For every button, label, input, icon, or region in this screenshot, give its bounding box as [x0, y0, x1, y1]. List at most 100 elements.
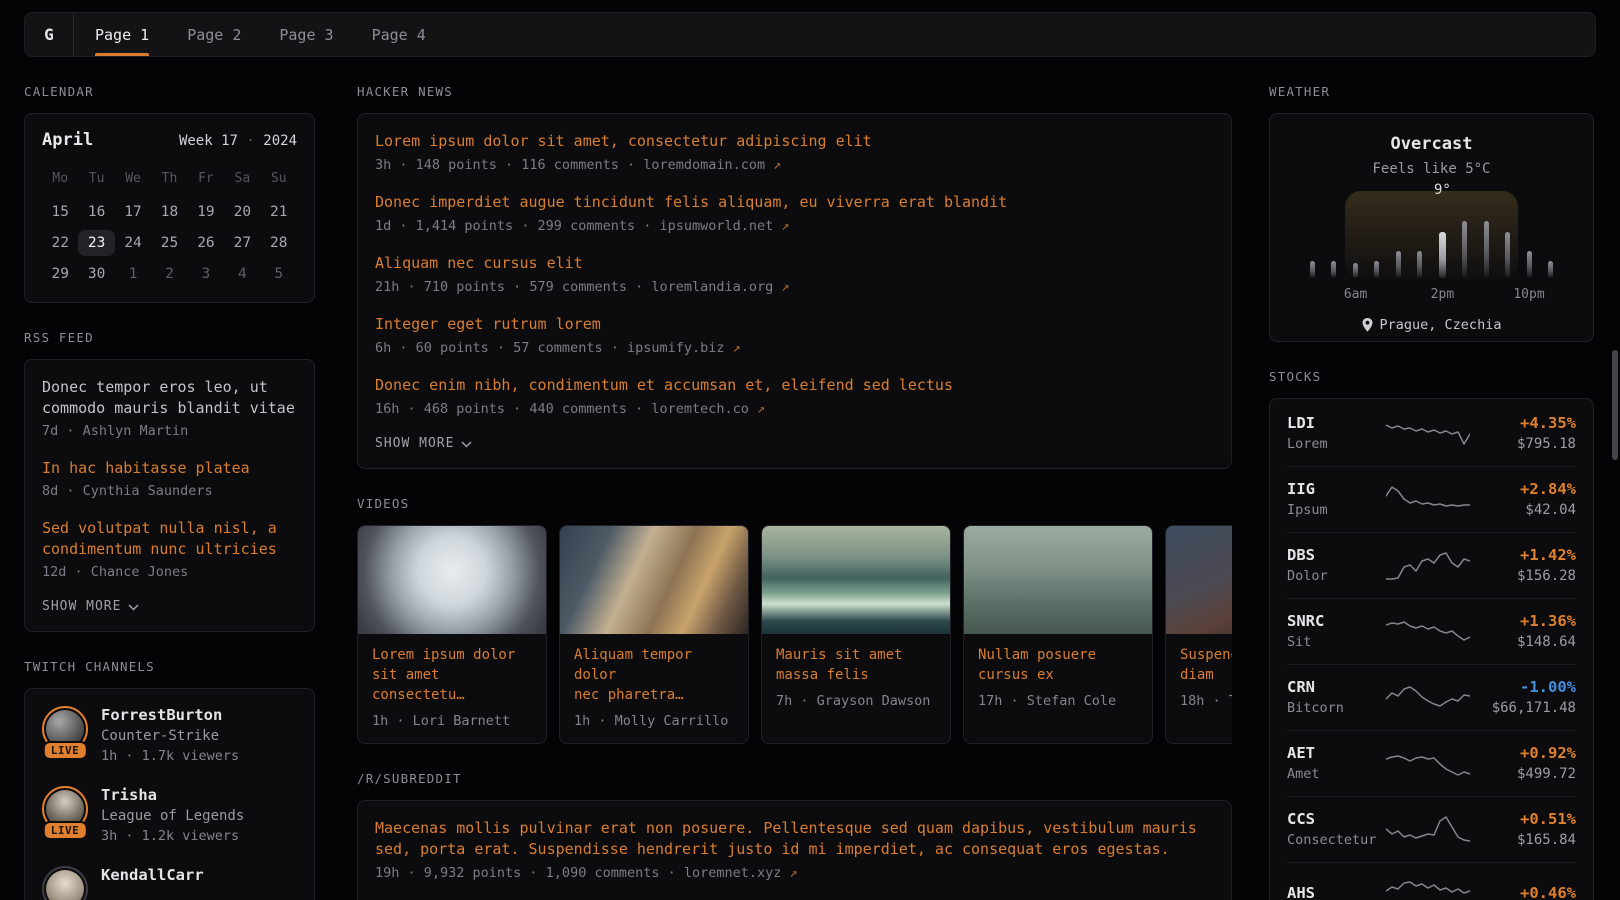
external-link-icon[interactable]: ↗ [790, 865, 798, 881]
dot-separator: · [246, 133, 254, 149]
avatar: LIVE [42, 706, 88, 752]
twitch-channel-category: Counter-Strike [101, 728, 239, 744]
stock-row[interactable]: AETAmet+0.92%$499.72 [1287, 730, 1576, 796]
external-link-icon[interactable]: ↗ [773, 157, 781, 173]
avatar-image [46, 870, 84, 900]
hackernews-list: Lorem ipsum dolor sit amet, consectetur … [375, 131, 1214, 417]
calendar-day-selected: 23 [78, 230, 114, 256]
stock-change: +0.46% [1472, 884, 1576, 900]
tab-page-2[interactable]: Page 2 [168, 13, 260, 56]
app-logo[interactable]: G [25, 13, 73, 56]
stock-name: Lorem [1287, 436, 1383, 452]
video-title: Lorem ipsum dolor sit amet consectetu… [358, 634, 546, 705]
video-card[interactable]: Aliquam tempor dolor nec pharetra…1h · M… [559, 525, 749, 744]
stock-change: +4.35% [1472, 414, 1576, 432]
calendar-day: 4 [224, 261, 260, 287]
video-card[interactable]: Nullam posuere cursus ex17h · Stefan Col… [963, 525, 1153, 744]
reddit-post-meta: 19h · 9,932 points · 1,090 comments · lo… [375, 865, 1214, 881]
calendar-day: 27 [224, 230, 260, 256]
hackernews-section: HACKER NEWS Lorem ipsum dolor sit amet, … [357, 84, 1232, 469]
weather-temp-label: 9° [1434, 182, 1451, 198]
top-navbar: G Page 1Page 2Page 3Page 4 [24, 12, 1596, 57]
calendar-day: 18 [151, 199, 187, 225]
stock-ticker: SNRC [1287, 612, 1383, 630]
video-card[interactable]: Suspendisse diam18h · Tara [1165, 525, 1232, 744]
hackernews-item: Donec imperdiet augue tincidunt felis al… [375, 192, 1214, 234]
tab-page-3[interactable]: Page 3 [260, 13, 352, 56]
stock-sparkline [1383, 680, 1472, 714]
stock-row[interactable]: DBSDolor+1.42%$156.28 [1287, 532, 1576, 598]
twitch-channel-row[interactable]: LIVEForrestBurtonCounter-Strike1h · 1.7k… [42, 706, 297, 764]
rss-item-title[interactable]: Sed volutpat nulla nisl, a condimentum n… [42, 518, 297, 560]
hackernews-item-title[interactable]: Lorem ipsum dolor sit amet, consectetur … [375, 131, 1214, 152]
hackernews-item-title[interactable]: Donec imperdiet augue tincidunt felis al… [375, 192, 1214, 213]
reddit-post-title[interactable]: Maecenas mollis pulvinar erat non posuer… [375, 818, 1214, 860]
rss-item-title[interactable]: Donec tempor eros leo, ut commodo mauris… [42, 377, 297, 419]
hackernews-item: Lorem ipsum dolor sit amet, consectetur … [375, 131, 1214, 173]
rss-show-more-button[interactable]: SHOW MORE [42, 599, 139, 614]
stock-ticker: CCS [1287, 810, 1383, 828]
hackernews-item-meta: 21h · 710 points · 579 comments · loreml… [375, 279, 1214, 295]
stock-row[interactable]: CRNBitcorn-1.00%$66,171.48 [1287, 664, 1576, 730]
stock-name: Bitcorn [1287, 700, 1383, 716]
stock-row[interactable]: AHS+0.46% [1287, 862, 1576, 900]
external-link-icon[interactable]: ↗ [781, 279, 789, 295]
live-badge: LIVE [43, 741, 88, 760]
hackernews-item-title[interactable]: Donec enim nibh, condimentum et accumsan… [375, 375, 1214, 396]
stock-row[interactable]: IIGIpsum+2.84%$42.04 [1287, 466, 1576, 532]
video-card[interactable]: Mauris sit amet massa felis7h · Grayson … [761, 525, 951, 744]
stock-info: LDILorem [1287, 414, 1383, 452]
stock-ticker: AET [1287, 744, 1383, 762]
twitch-channel-name[interactable]: Trisha [101, 786, 244, 804]
stock-change: +0.92% [1472, 744, 1576, 762]
rss-list: Donec tempor eros leo, ut commodo mauris… [42, 377, 297, 580]
twitch-channel-row[interactable]: KendallCarr [42, 866, 297, 900]
video-carousel: Lorem ipsum dolor sit amet consectetu…1h… [357, 525, 1232, 744]
stock-row[interactable]: CCSConsectetur+0.51%$165.84 [1287, 796, 1576, 862]
weather-section: WEATHER Overcast Feels like 5°C 9° 6am2p… [1269, 84, 1594, 342]
rss-item-meta: 7d · Ashlyn Martin [42, 423, 297, 439]
stock-values: +0.92%$499.72 [1472, 744, 1576, 782]
hackernews-item-title[interactable]: Integer eget rutrum lorem [375, 314, 1214, 335]
rss-item: In hac habitasse platea8d · Cynthia Saun… [42, 458, 297, 499]
weather-bar [1310, 261, 1315, 278]
calendar-widget: April Week 17 · 2024 MoTuWeThFrSaSu15161… [24, 113, 315, 303]
rss-item: Donec tempor eros leo, ut commodo mauris… [42, 377, 297, 439]
weather-bar [1527, 251, 1532, 278]
calendar-section: CALENDAR April Week 17 · 2024 MoTuWeThFr… [24, 84, 315, 303]
stock-row[interactable]: SNRCSit+1.36%$148.64 [1287, 598, 1576, 664]
subreddit-widget: Maecenas mollis pulvinar erat non posuer… [357, 800, 1232, 900]
external-link-icon[interactable]: ↗ [781, 218, 789, 234]
rss-item-title[interactable]: In hac habitasse platea [42, 458, 297, 479]
left-column: CALENDAR April Week 17 · 2024 MoTuWeThFr… [24, 84, 315, 900]
calendar-month: April [42, 130, 93, 150]
stock-change: +0.51% [1472, 810, 1576, 828]
chevron-down-icon [461, 441, 472, 448]
rss-section: RSS FEED Donec tempor eros leo, ut commo… [24, 330, 315, 632]
weather-bar [1548, 261, 1553, 278]
video-card[interactable]: Lorem ipsum dolor sit amet consectetu…1h… [357, 525, 547, 744]
tab-page-4[interactable]: Page 4 [353, 13, 445, 56]
video-title: Aliquam tempor dolor nec pharetra… [560, 634, 748, 705]
twitch-channel-info: ForrestBurtonCounter-Strike1h · 1.7k vie… [101, 706, 239, 764]
twitch-channel-name[interactable]: KendallCarr [101, 866, 204, 884]
stock-sparkline [1383, 416, 1472, 450]
twitch-channel-info: KendallCarr [101, 866, 204, 900]
rss-widget: Donec tempor eros leo, ut commodo mauris… [24, 359, 315, 632]
external-link-icon[interactable]: ↗ [733, 340, 741, 356]
weather-chart: 9° [1302, 191, 1562, 281]
external-link-icon[interactable]: ↗ [757, 401, 765, 417]
stock-ticker: CRN [1287, 678, 1383, 696]
hackernews-show-more-button[interactable]: SHOW MORE [375, 436, 472, 451]
weather-bar [1331, 261, 1336, 278]
stock-row[interactable]: LDILorem+4.35%$795.18 [1287, 401, 1576, 466]
twitch-channel-row[interactable]: LIVETrishaLeague of Legends3h · 1.2k vie… [42, 786, 297, 844]
page-tabs: Page 1Page 2Page 3Page 4 [76, 13, 445, 56]
tab-page-1[interactable]: Page 1 [76, 13, 168, 56]
rss-item-meta: 12d · Chance Jones [42, 564, 297, 580]
twitch-channel-name[interactable]: ForrestBurton [101, 706, 239, 724]
calendar-day: 19 [188, 199, 224, 225]
hackernews-item-title[interactable]: Aliquam nec cursus elit [375, 253, 1214, 274]
video-thumbnail [964, 526, 1152, 634]
page-scrollbar-thumb[interactable] [1612, 350, 1618, 460]
